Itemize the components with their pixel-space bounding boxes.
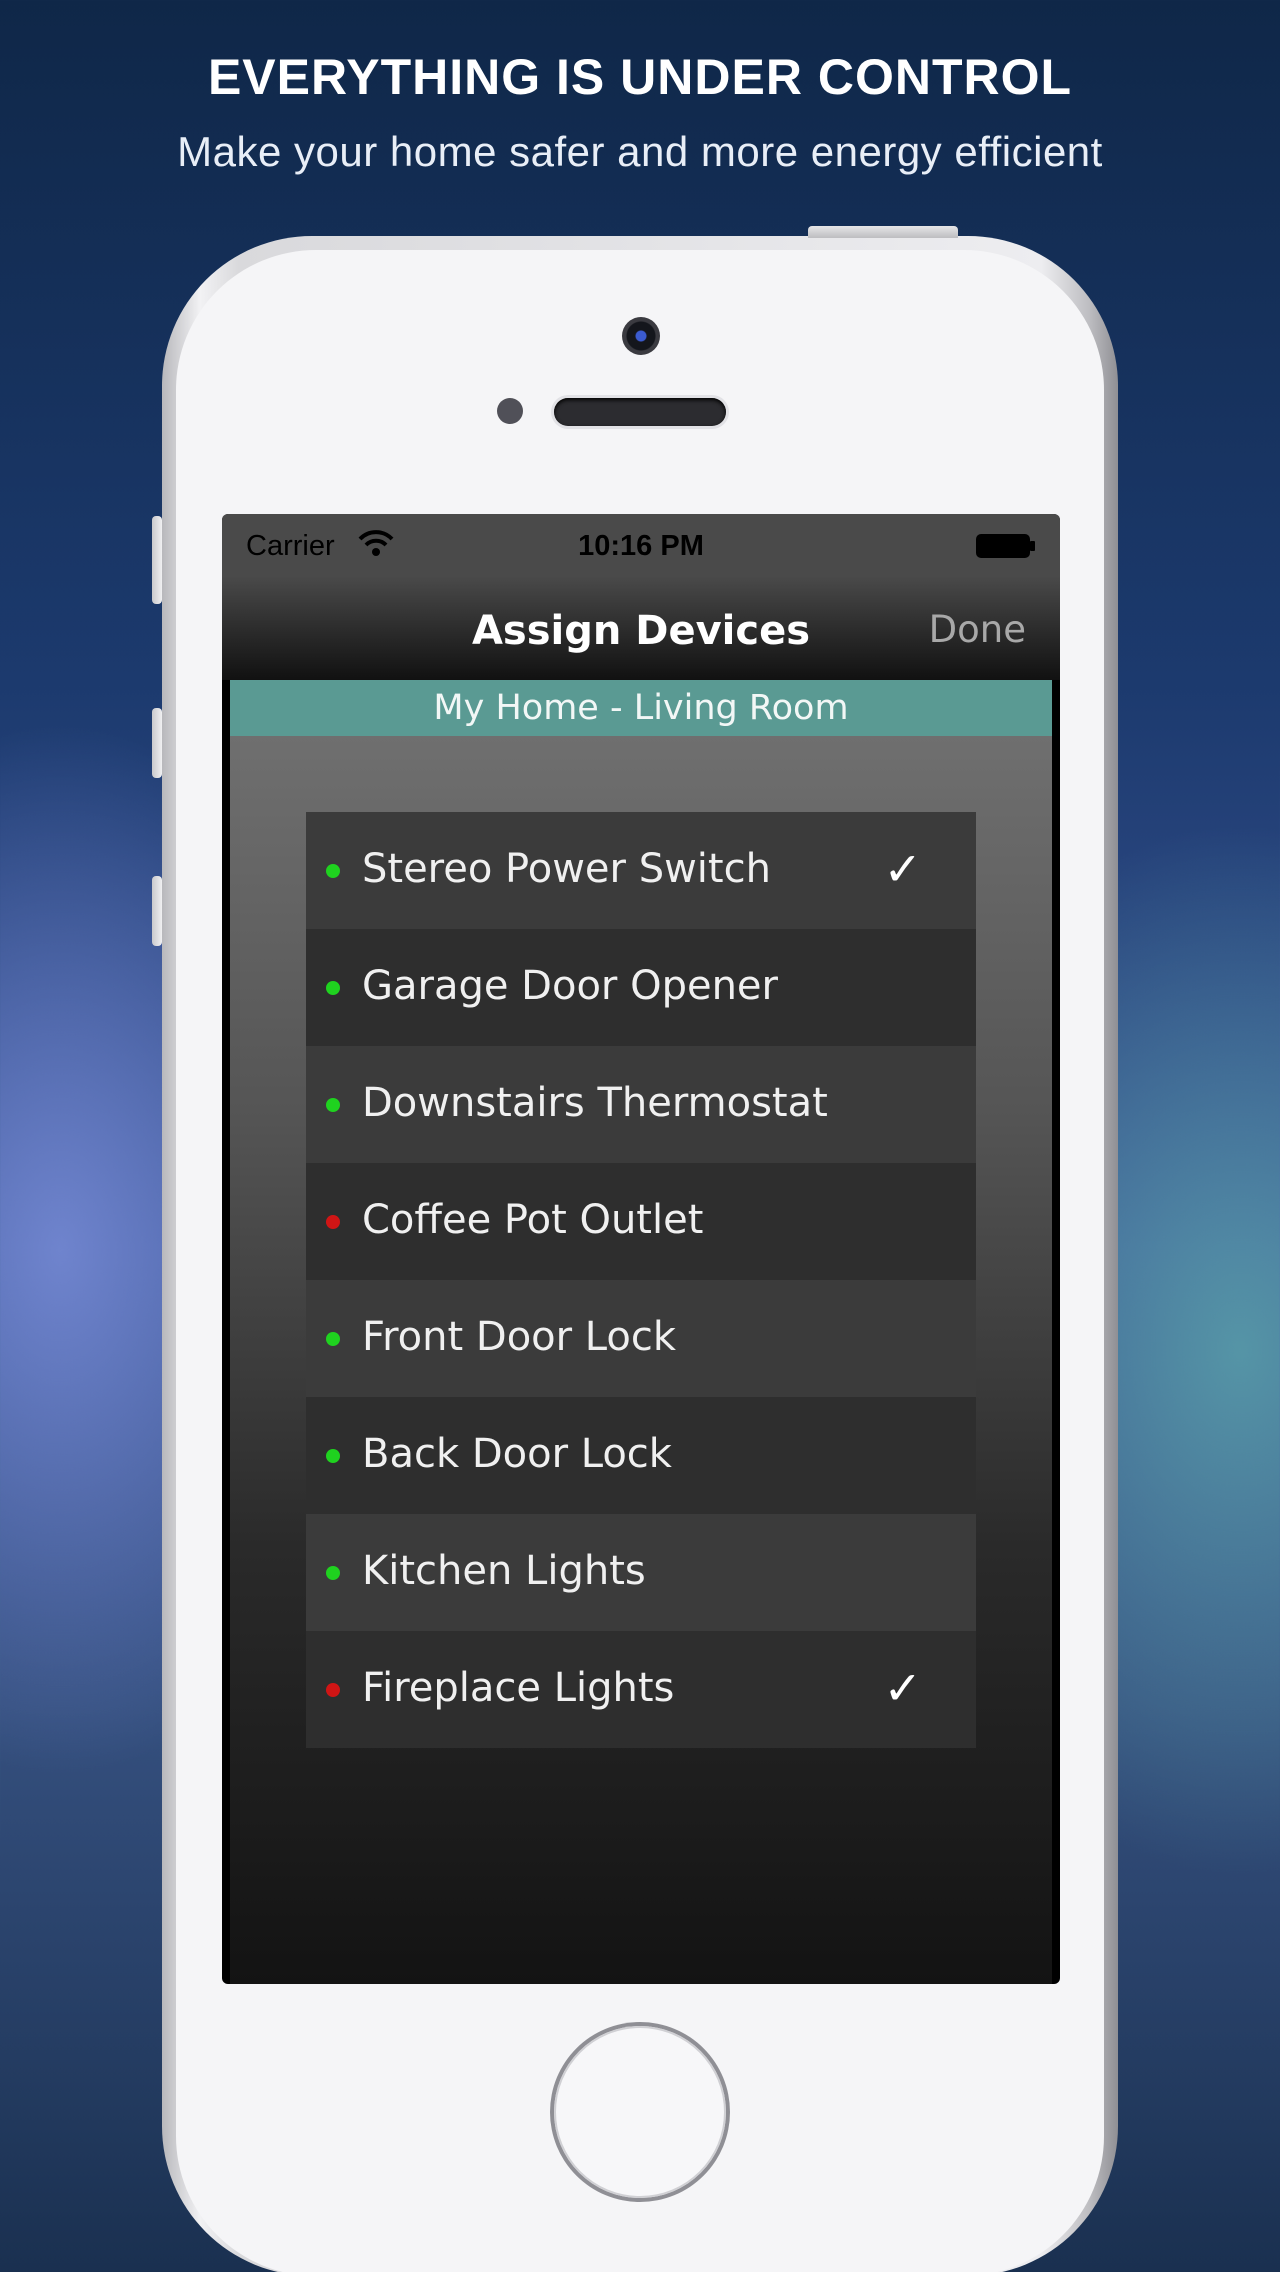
status-dot-icon [326,1449,340,1463]
device-row[interactable]: Downstairs Thermostat [306,1046,976,1163]
device-name: Kitchen Lights [362,1548,646,1594]
promo-subline: Make your home safer and more energy eff… [177,128,1103,175]
volume-down-button [152,876,162,946]
battery-icon [976,534,1035,558]
device-name: Garage Door Opener [362,963,778,1009]
earpiece-speaker [554,398,726,426]
device-name: Coffee Pot Outlet [362,1197,704,1243]
checkmark-icon: ✓ [883,1661,922,1715]
power-button [808,226,958,238]
device-row[interactable]: Stereo Power Switch ✓ [306,812,976,929]
room-banner: My Home - Living Room [230,680,1052,736]
checkmark-icon: ✓ [883,842,922,896]
device-row[interactable]: Fireplace Lights ✓ [306,1631,976,1748]
device-name: Stereo Power Switch [362,846,771,892]
device-row[interactable]: Kitchen Lights [306,1514,976,1631]
device-row[interactable]: Back Door Lock [306,1397,976,1514]
promo-headline: EVERYTHING IS UNDER CONTROL [207,49,1073,105]
status-dot-icon [326,864,340,878]
device-row[interactable]: Front Door Lock [306,1280,976,1397]
proximity-sensor [497,398,523,424]
status-bar: Carrier 10:16 PM [222,514,1060,576]
status-dot-icon [326,1215,340,1229]
status-dot-icon [326,1566,340,1580]
device-list-area: Stereo Power Switch ✓ Garage Door Opener Do… [230,736,1052,1984]
device-list: Stereo Power Switch ✓ Garage Door Opener Do… [306,812,976,1748]
home-button[interactable] [554,2026,726,2198]
status-dot-icon [326,1332,340,1346]
front-camera-icon [622,317,660,355]
device-name: Front Door Lock [362,1314,677,1360]
mute-switch [152,516,162,604]
done-button[interactable]: Done [929,608,1026,651]
device-name: Fireplace Lights [362,1665,675,1711]
device-name: Back Door Lock [362,1431,672,1477]
navigation-bar: Assign Devices Done [222,576,1060,680]
status-dot-icon [326,1098,340,1112]
status-dot-icon [326,981,340,995]
status-dot-icon [326,1683,340,1697]
phone-screen: Carrier 10:16 PM Assign Devices Done My … [222,514,1060,1984]
device-row[interactable]: Coffee Pot Outlet [306,1163,976,1280]
clock: 10:16 PM [578,530,704,562]
volume-up-button [152,708,162,778]
device-row[interactable]: Garage Door Opener [306,929,976,1046]
device-name: Downstairs Thermostat [362,1080,828,1126]
